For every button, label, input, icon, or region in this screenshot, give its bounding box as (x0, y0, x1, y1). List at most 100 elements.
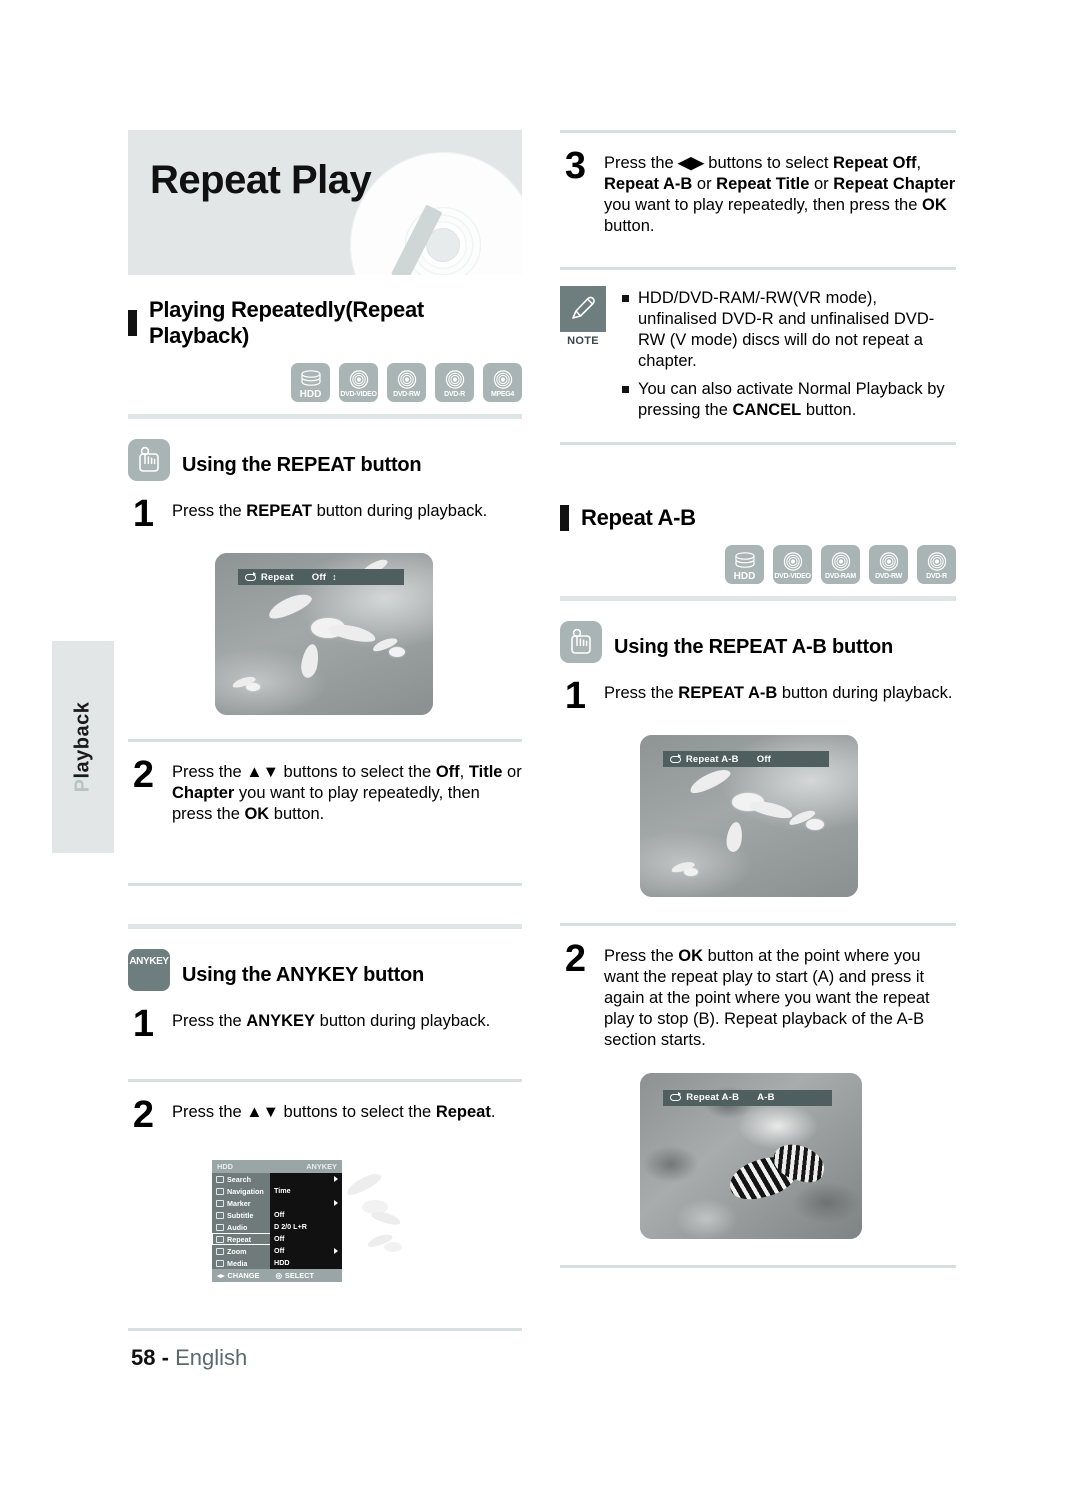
anykey-menu-row[interactable]: Zoom Off (212, 1245, 342, 1257)
left-right-arrows-icon: ◂▸ (217, 1271, 225, 1280)
anykey-osd-menu: HDD ANYKEY Search Navigation Time Marker Sub… (212, 1160, 342, 1282)
anykey-menu-row[interactable]: Search (212, 1173, 342, 1185)
anykey-menu-row[interactable]: Marker (212, 1197, 342, 1209)
step-number: 2 (132, 754, 154, 796)
divider (128, 1079, 522, 1082)
screen-photo-anykey-menu: HDD ANYKEY Search Navigation Time Marker Sub… (201, 1142, 419, 1304)
disc-icon-label: HDD (299, 389, 322, 400)
osd-repeat-ab-bar: Repeat A-B Off (662, 751, 829, 768)
page-footer: 58 - English (131, 1345, 247, 1371)
bullet-icon (622, 386, 629, 393)
ok-button-icon: ◎ (275, 1271, 282, 1280)
disc-icon-label: MPEG4 (490, 391, 514, 398)
page-title: Repeat Play (150, 158, 372, 202)
anykey-row-label: Zoom (227, 1246, 247, 1256)
divider (560, 923, 956, 926)
anykey-footer-change: ◂▸ CHANGE (217, 1271, 259, 1280)
disc-icon-label: DVD-VIDEO (774, 573, 811, 580)
note-item: HDD/DVD-RAM/-RW(VR mode), unfinalised DV… (622, 288, 956, 372)
anykey-row-left: Subtitle (212, 1211, 270, 1220)
subsection-heading-label: Using the REPEAT button (182, 454, 422, 476)
disc-icon-dvd-video: DVD-VIDEO (773, 545, 812, 584)
left-column: Repeat Play Playing Repeatedly(Repeat Pl… (128, 130, 522, 1331)
step-number: 1 (132, 1003, 154, 1045)
sidebar-chapter-label: Playback (72, 702, 95, 793)
anykey-row-value: Time (270, 1185, 342, 1197)
disc-icon-label: DVD-R (444, 391, 465, 398)
chevron-right-icon (334, 1248, 338, 1254)
anykey-row-value (270, 1173, 342, 1185)
anykey-row-left: Audio (212, 1223, 270, 1232)
step-number: 1 (132, 493, 154, 535)
search-icon (216, 1175, 224, 1183)
marker-icon (216, 1199, 224, 1207)
anykey-menu-row[interactable]: Navigation Time (212, 1185, 342, 1197)
disc-icon-dvd-video: DVD-VIDEO (339, 363, 378, 402)
section-heading-playing-repeatedly: Playing Repeatedly(Repeat Playback) (128, 297, 522, 349)
anykey-row-value: Off (270, 1233, 342, 1245)
repeat-loop-icon (670, 1092, 682, 1102)
bird-shape (805, 819, 824, 831)
anykey-row-label: Media (227, 1258, 248, 1268)
bird-shape (384, 1242, 403, 1253)
sidebar-chapter-rest: layback (71, 701, 94, 779)
disc-icon-mpeg4: MPEG4 (483, 363, 522, 402)
anykey-menu-titlebar: HDD ANYKEY (212, 1160, 342, 1173)
anykey-badge-label: ANYKEY (129, 956, 169, 967)
step-number: 2 (132, 1094, 154, 1136)
divider (560, 267, 956, 270)
disc-icon-dvd-rw: DVD-RW (387, 363, 426, 402)
anykey-row-label: Navigation (227, 1186, 264, 1196)
repeat-loop-icon (244, 571, 256, 581)
anykey-menu-row[interactable]: Media HDD (212, 1257, 342, 1269)
disc-icon-label: DVD-VIDEO (340, 391, 377, 398)
navigation-icon (216, 1187, 224, 1195)
step-text: Press the ▲▼ buttons to select the Off, … (172, 763, 522, 823)
note-item: You can also activate Normal Playback by… (622, 379, 956, 421)
anykey-menu-row[interactable]: Subtitle Off (212, 1209, 342, 1221)
step-text: Press the ANYKEY button during playback. (172, 1012, 491, 1030)
disc-icon-label: DVD-RAM (825, 573, 856, 580)
anykey-row-left: Media (212, 1259, 270, 1268)
chevron-right-icon (334, 1176, 338, 1182)
bullet-icon (622, 295, 629, 302)
divider (128, 739, 522, 742)
anykey-row-value (270, 1197, 342, 1209)
anykey-row-label: Audio (227, 1222, 248, 1232)
anykey-menu-row[interactable]: Repeat Off (212, 1233, 342, 1245)
anykey-row-value: Off (270, 1245, 342, 1257)
screen-photo-repeat-off: Repeat Off ↕ (215, 553, 433, 715)
footer-language: English (175, 1345, 248, 1370)
step-number: 1 (564, 675, 586, 717)
divider (560, 130, 956, 133)
sidebar-chapter-tab: Playback (52, 641, 114, 853)
anykey-row-label: Subtitle (227, 1210, 254, 1220)
anykey-row-left: Search (212, 1175, 270, 1184)
disc-icon-label: HDD (733, 571, 756, 582)
osd-label: Repeat A-B (686, 1092, 740, 1104)
audio-icon (216, 1223, 224, 1231)
anykey-row-value: D 2/0 L+R (270, 1221, 342, 1233)
osd-repeat-bar: Repeat Off ↕ (237, 569, 404, 586)
disc-icon-hdd: HDD (291, 363, 330, 402)
step-item: 2 Press the ▲▼ buttons to select the Off… (128, 754, 522, 825)
disc-icon-dvd-r: DVD-R (917, 545, 956, 584)
subsection-heading-label: Using the REPEAT A-B button (614, 636, 894, 658)
section-heading-repeat-ab: Repeat A-B (560, 505, 956, 531)
screen-photo-repeat-ab-off: Repeat A-B Off (640, 735, 858, 897)
heading-bar-icon (128, 310, 137, 336)
divider (128, 1328, 522, 1331)
note-items: HDD/DVD-RAM/-RW(VR mode), unfinalised DV… (622, 286, 956, 428)
divider (560, 442, 956, 445)
footer-separator: - (161, 1345, 169, 1370)
repeat-icon (216, 1235, 224, 1243)
anykey-menu-row[interactable]: Audio D 2/0 L+R (212, 1221, 342, 1233)
anykey-row-label: Search (227, 1174, 251, 1184)
step-text: Press the REPEAT A-B button during playb… (604, 684, 953, 702)
anykey-menu-source-label: HDD (217, 1162, 234, 1171)
osd-label: Repeat (260, 571, 294, 583)
step-item: 1 Press the REPEAT button during playbac… (128, 493, 522, 535)
section-heading-label: Repeat A-B (581, 505, 696, 530)
step-item: 1 Press the ANYKEY button during playbac… (128, 1003, 522, 1045)
sidebar-chapter-lead-letter: P (71, 778, 94, 793)
